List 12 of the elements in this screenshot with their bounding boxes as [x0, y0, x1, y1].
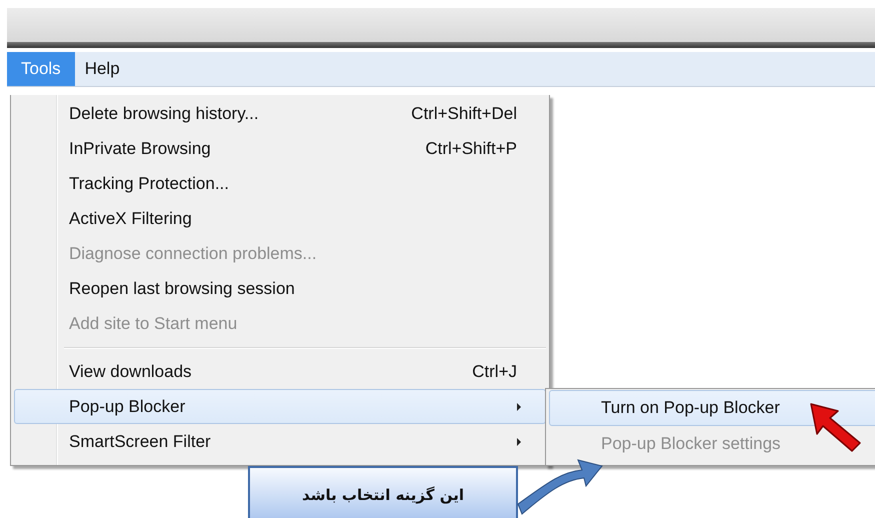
- menu-item[interactable]: Pop-up Blocker: [14, 389, 546, 424]
- submenu-arrow-icon: [517, 402, 521, 410]
- menu-item[interactable]: Tracking Protection...: [14, 166, 546, 201]
- callout-box: این گزینه انتخاب باشد: [248, 466, 518, 518]
- menu-item[interactable]: View downloads Ctrl+J: [14, 354, 546, 389]
- menu-item[interactable]: Help: [74, 52, 130, 86]
- menu-item[interactable]: Delete browsing history... Ctrl+Shift+Del: [14, 96, 546, 131]
- menu-item[interactable]: ActiveX Filtering: [14, 201, 546, 236]
- menu-item[interactable]: Reopen last browsing session: [14, 271, 546, 306]
- menu-item[interactable]: Turn on Pop-up Blocker: [549, 390, 875, 426]
- menu-item[interactable]: InPrivate Browsing Ctrl+Shift+P: [14, 131, 546, 166]
- submenu-arrow-icon: [517, 438, 521, 446]
